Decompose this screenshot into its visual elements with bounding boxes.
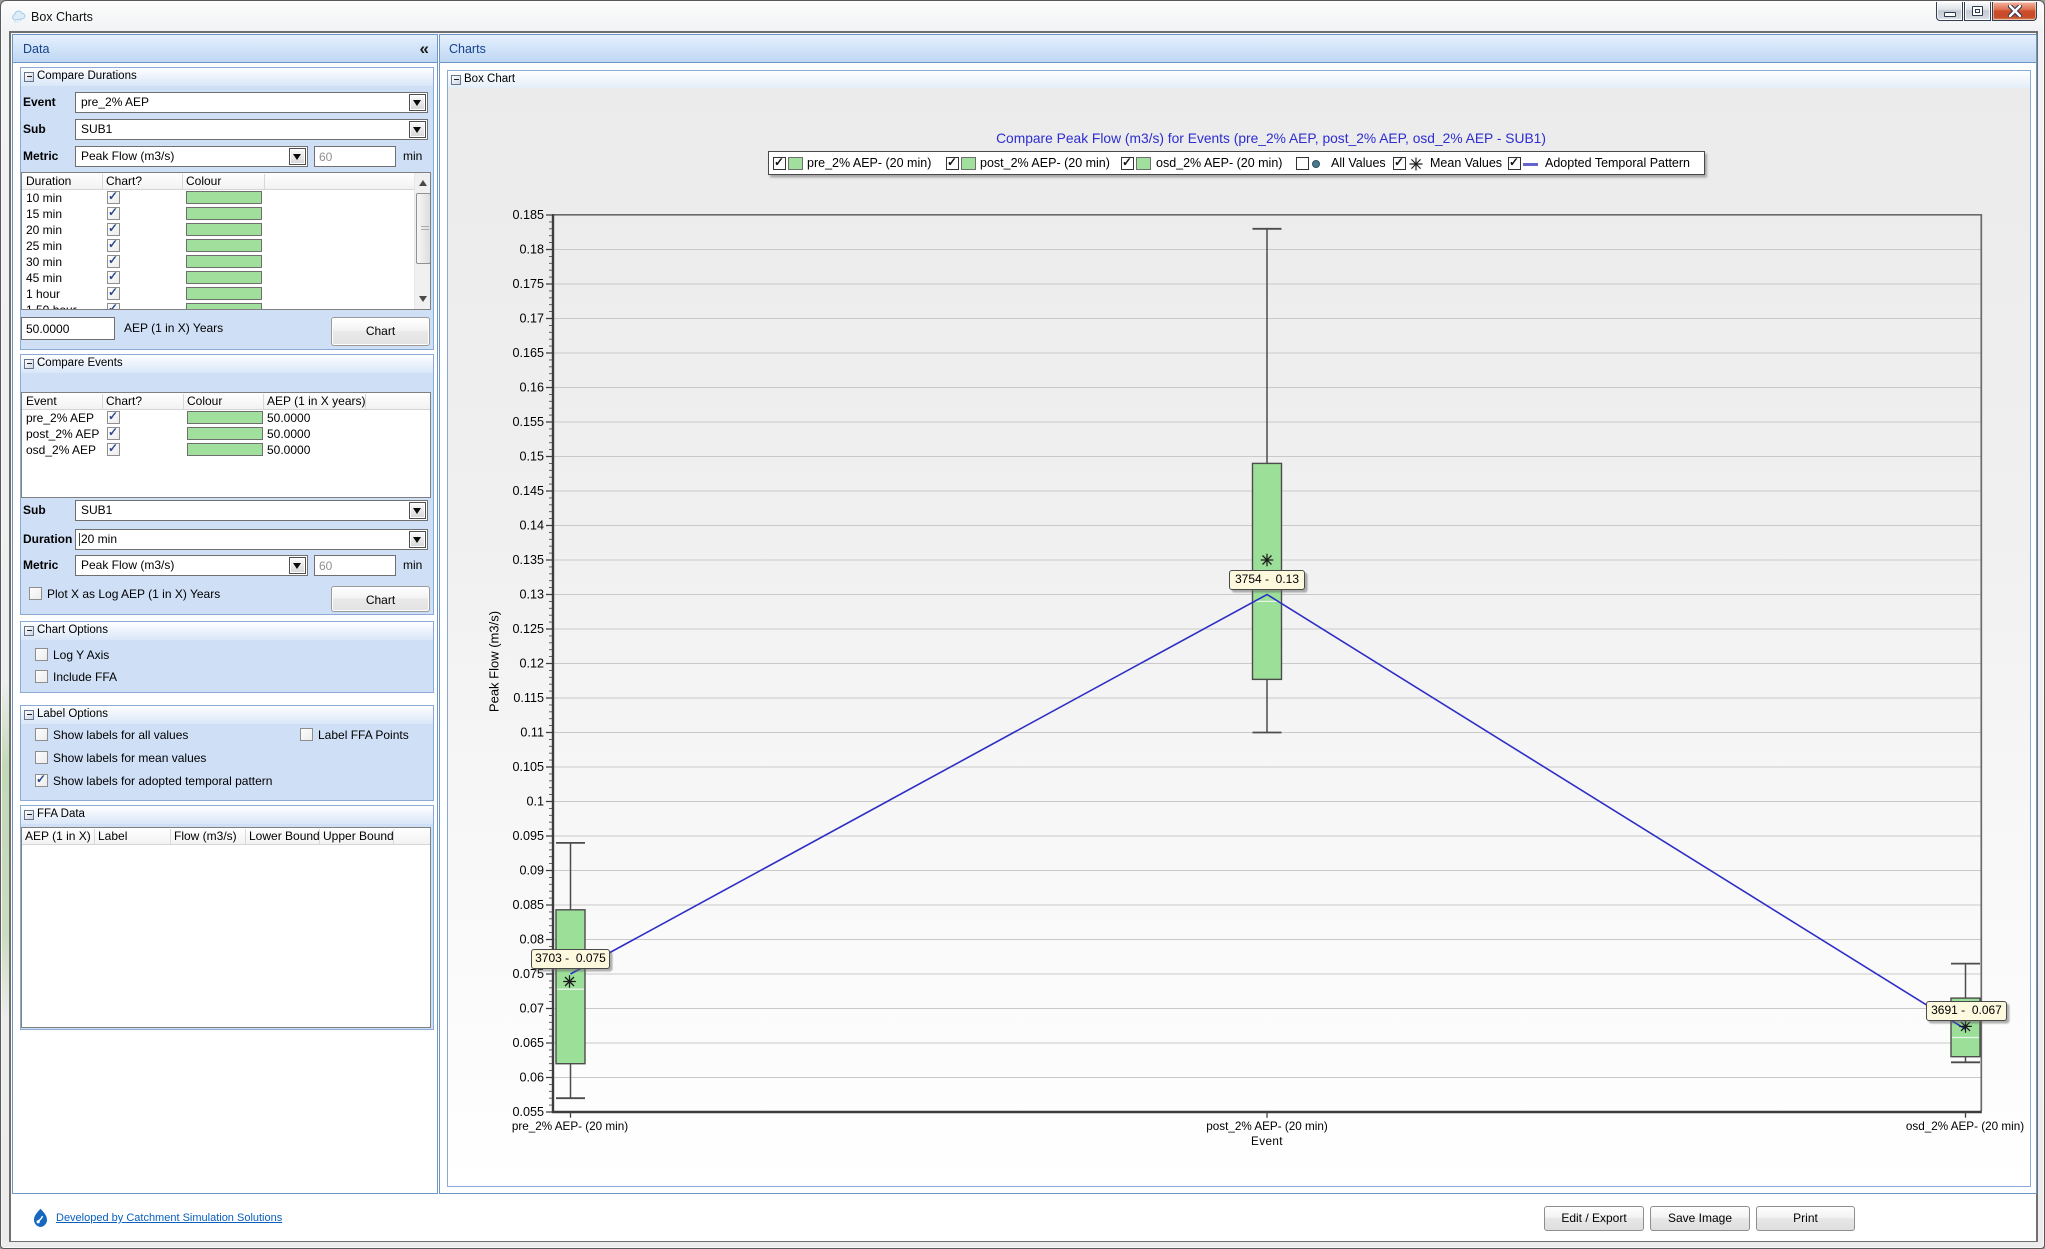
svg-text:0.165: 0.165 <box>512 346 544 360</box>
svg-text:0.095: 0.095 <box>512 829 544 843</box>
svg-text:0.055: 0.055 <box>512 1105 544 1119</box>
svg-text:0.18: 0.18 <box>519 243 544 257</box>
svg-text:0.115: 0.115 <box>513 691 544 705</box>
svg-text:0.16: 0.16 <box>519 381 544 395</box>
svg-text:0.105: 0.105 <box>512 760 544 774</box>
svg-text:0.085: 0.085 <box>512 898 544 912</box>
svg-text:0.155: 0.155 <box>512 415 544 429</box>
svg-text:0.06: 0.06 <box>519 1071 544 1085</box>
svg-text:0.125: 0.125 <box>512 622 544 636</box>
svg-text:0.1: 0.1 <box>526 795 544 809</box>
svg-text:0.17: 0.17 <box>519 312 544 326</box>
svg-text:0.175: 0.175 <box>512 277 544 291</box>
svg-text:0.08: 0.08 <box>519 933 544 947</box>
svg-text:0.14: 0.14 <box>519 519 544 533</box>
svg-text:0.15: 0.15 <box>519 450 544 464</box>
svg-text:0.065: 0.065 <box>512 1036 544 1050</box>
svg-text:0.07: 0.07 <box>519 1002 544 1016</box>
svg-text:0.075: 0.075 <box>512 967 544 981</box>
svg-text:0.185: 0.185 <box>512 208 544 222</box>
svg-text:0.11: 0.11 <box>520 726 544 740</box>
svg-text:0.145: 0.145 <box>512 484 544 498</box>
svg-text:0.13: 0.13 <box>519 588 544 602</box>
svg-text:0.135: 0.135 <box>512 553 544 567</box>
svg-text:0.12: 0.12 <box>519 657 544 671</box>
svg-text:0.09: 0.09 <box>519 864 544 878</box>
